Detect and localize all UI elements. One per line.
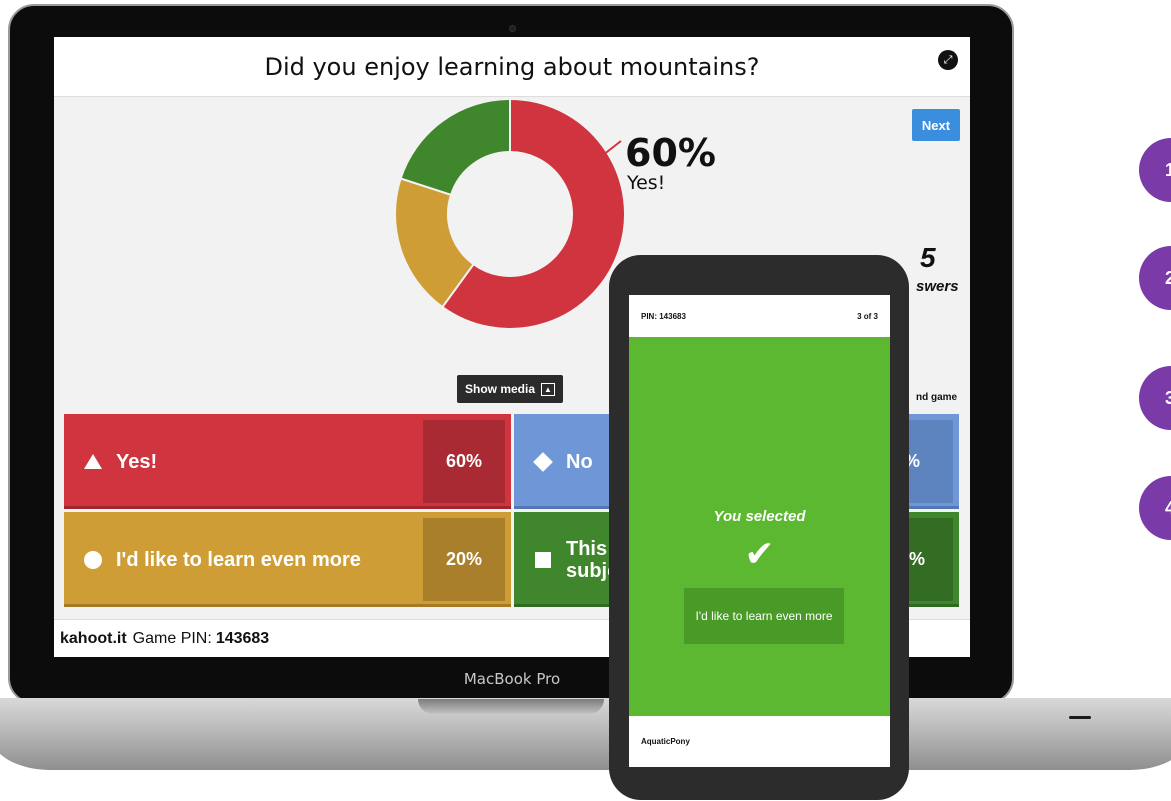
circle-icon [70,550,116,569]
answer-option-learn-more: I'd like to learn even more 20% [64,512,511,607]
you-selected-label: You selected [713,508,806,525]
end-game-link[interactable]: nd game [916,392,957,403]
donut-slice [399,99,511,197]
purple-circle-icon: 3 [1139,366,1171,430]
phone-progress: 3 of 3 [857,311,878,321]
checkmark-icon: ✔ [744,533,775,574]
phone-pin: PIN: 143683 [641,311,686,321]
answers-label: swers [916,278,959,295]
next-button[interactable]: Next [912,109,960,141]
site-name: kahoot.it [60,629,127,647]
square-icon [520,551,566,568]
answer-option-yes: Yes! 60% [64,414,511,509]
show-media-label: Show media [465,382,536,396]
selected-answer: I'd like to learn even more [684,588,844,644]
pin-label: Game PIN: [132,629,212,647]
highlight-leader-line [602,140,622,156]
answer-percent: 20% [423,518,505,601]
phone-result-panel: You selected ✔ I'd like to learn even mo… [629,337,890,716]
stage: MacBook Pro Did you enjoy learning about… [0,0,1171,801]
laptop-edge-line [1069,716,1091,719]
show-media-button[interactable]: Show media ▲ [457,375,564,403]
question-title: Did you enjoy learning about mountains? [264,52,760,81]
question-header: Did you enjoy learning about mountains? … [54,37,970,97]
answer-percent: 60% [423,420,505,503]
answers-count: 5 [920,242,936,273]
purple-circle-icon: 1 [1139,138,1171,202]
player-nickname: AquaticPony [629,716,890,767]
phone: PIN: 143683 3 of 3 You selected ✔ I'd li… [609,255,909,800]
laptop-notch [418,699,604,714]
highlight-percent: 60% [625,131,716,175]
image-icon: ▲ [541,382,556,396]
purple-circle-icon: 4 [1139,476,1171,540]
phone-screen: PIN: 143683 3 of 3 You selected ✔ I'd li… [629,295,890,767]
purple-circle-icon: 2 [1139,246,1171,310]
triangle-icon [70,454,116,469]
camera-icon [509,25,516,32]
diamond-icon [520,451,566,472]
game-pin: 143683 [215,629,270,647]
donut-chart [395,99,625,329]
phone-status-bar: PIN: 143683 3 of 3 [629,295,890,337]
highlight-label: Yes! [627,172,666,194]
fullscreen-icon[interactable]: ⤢ [938,50,958,70]
